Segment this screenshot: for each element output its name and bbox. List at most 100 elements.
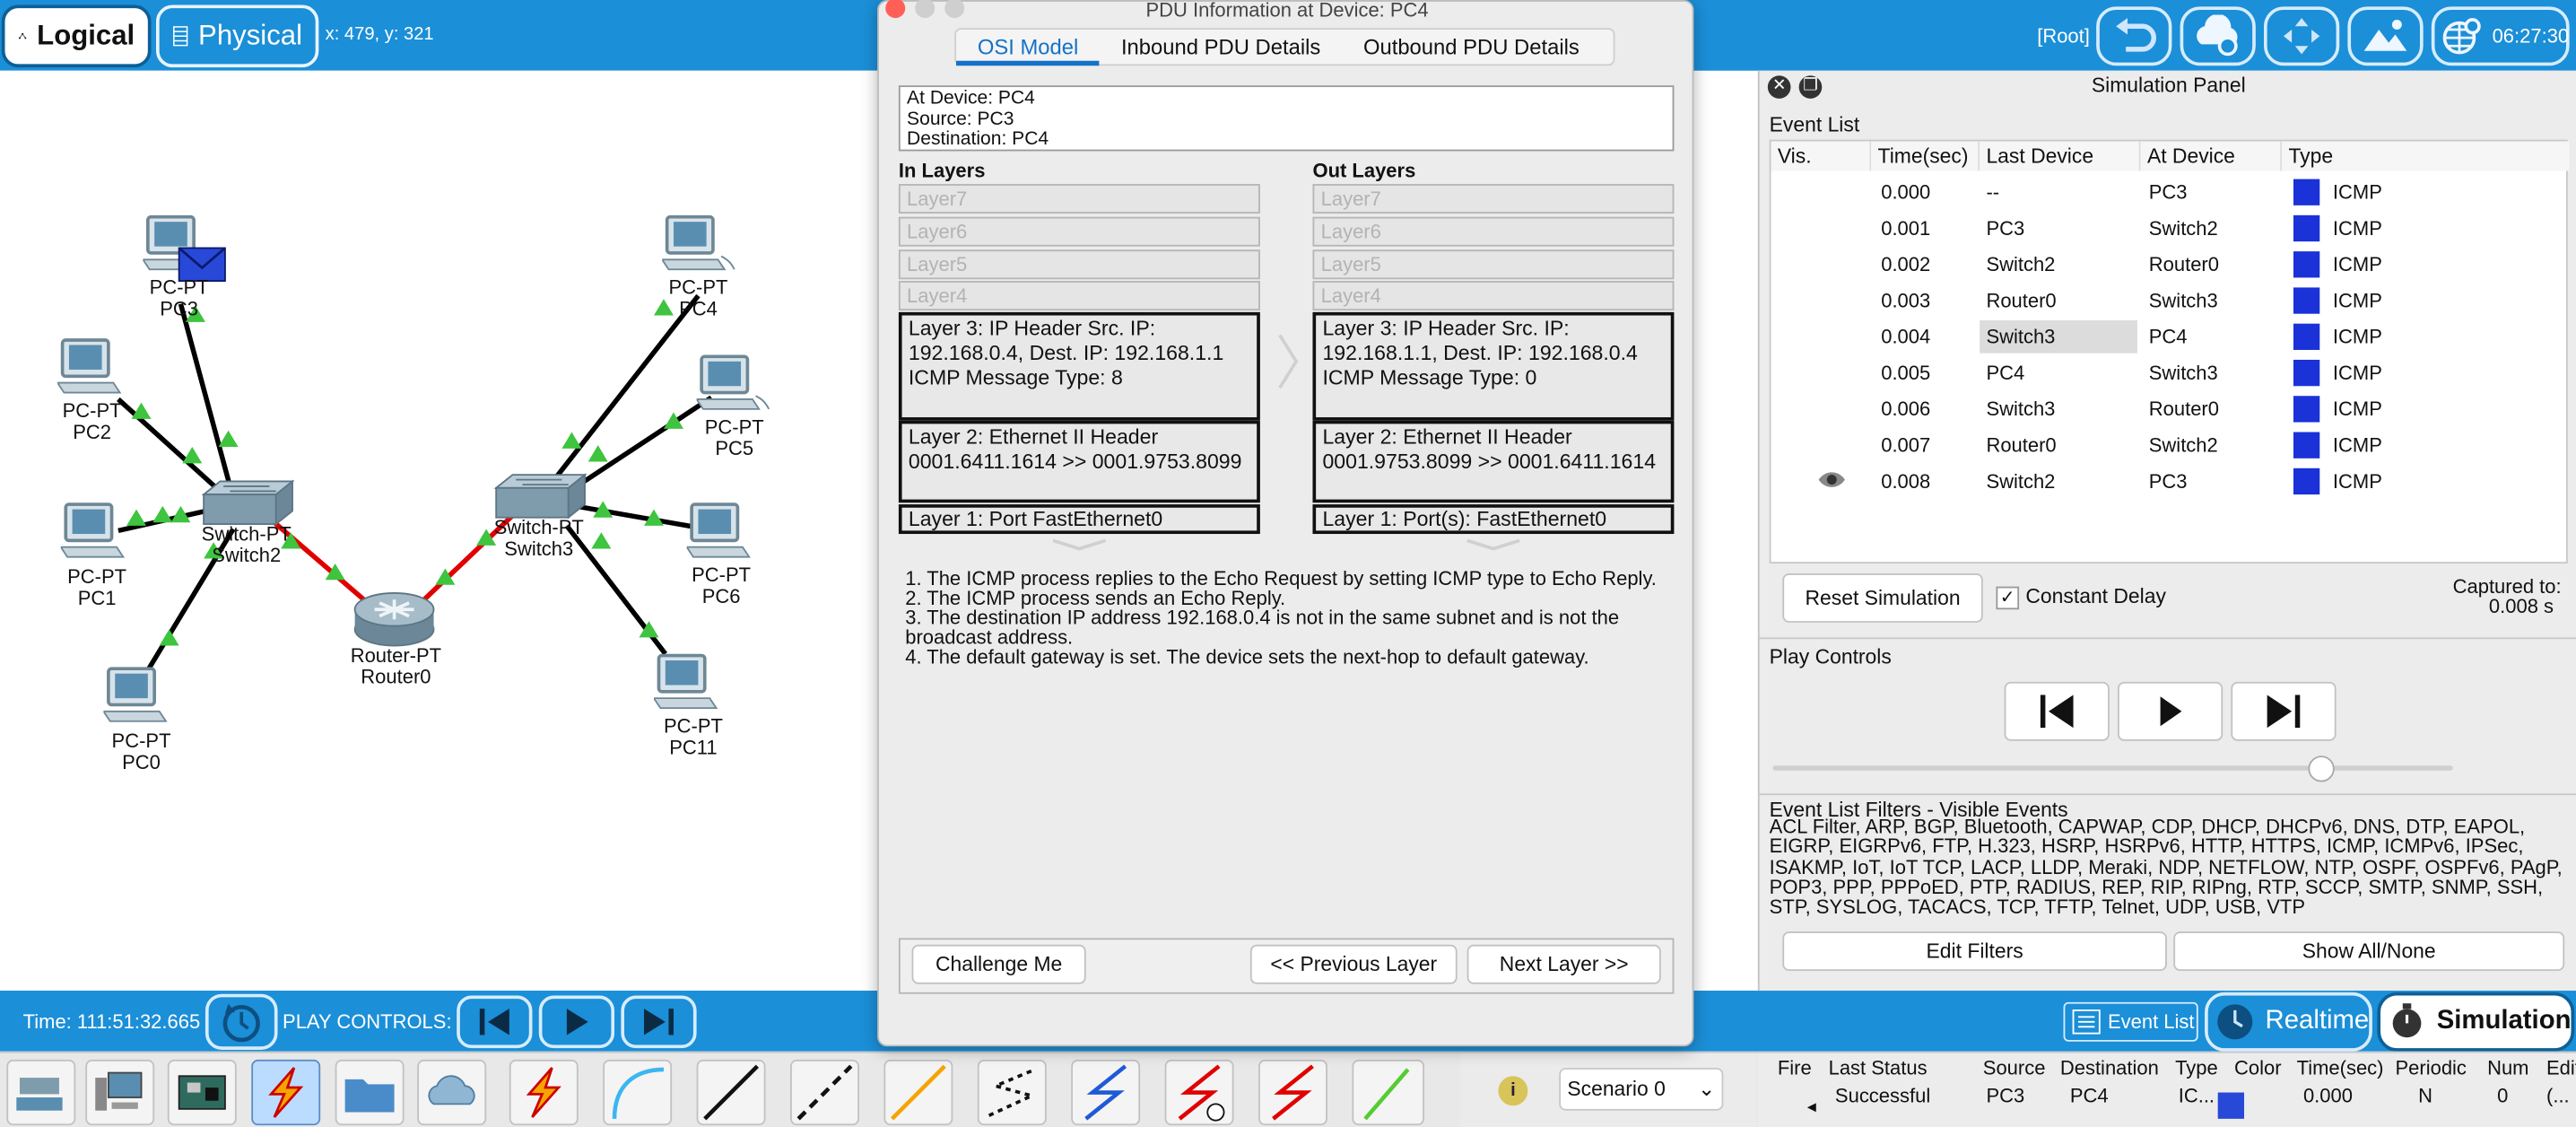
in-layer-4[interactable]: Layer4 [898, 281, 1260, 311]
out-layer-1[interactable]: Layer 1: Port(s): FastEthernet0 [1312, 504, 1675, 535]
coaxial-cable[interactable] [1071, 1059, 1141, 1126]
col-last-device[interactable]: Last Device [1980, 141, 2141, 171]
fiber-cable[interactable] [883, 1059, 953, 1126]
tab-osi-model[interactable]: OSI Model [956, 29, 1101, 66]
col-last-status: Last Status [1828, 1056, 1928, 1079]
event-time: 0.008 [1881, 469, 1931, 494]
bottom-forward-button[interactable] [621, 995, 697, 1049]
col-type: Type [2175, 1056, 2218, 1079]
down-arrow-icon [1464, 537, 1523, 551]
constant-delay-checkbox[interactable]: ✓ [1996, 586, 2020, 610]
multiuser-category[interactable] [417, 1059, 487, 1126]
col-type[interactable]: Type [2282, 141, 2570, 171]
pc1-icon[interactable] [60, 501, 126, 564]
col-at-device[interactable]: At Device [2140, 141, 2283, 171]
simulation-mode-button[interactable]: Simulation [2377, 992, 2575, 1052]
event-type: ICMP [2332, 325, 2382, 349]
pdu-time: 0.000 [2302, 1084, 2353, 1108]
pdu-edit[interactable]: (... [2546, 1084, 2576, 1107]
components-category[interactable] [167, 1059, 237, 1126]
logical-workspace[interactable]: PC-PT PC3 PC-PT PC2 PC-PT PC1 PC-PT PC0 Swit… [0, 70, 878, 992]
show-all-none-button[interactable]: Show All/None [2173, 931, 2565, 972]
speed-slider-track[interactable] [1772, 765, 2453, 771]
phone-cable[interactable] [977, 1059, 1047, 1126]
event-list-toggle[interactable]: Event List [2063, 1001, 2198, 1042]
bottom-play-button[interactable] [538, 995, 615, 1049]
physical-view-button[interactable]: Physical [156, 4, 319, 68]
info-icon[interactable]: i [1498, 1076, 1528, 1106]
out-layer-5[interactable]: Layer5 [1312, 249, 1675, 280]
router-switch-icon [16, 1078, 63, 1111]
dotted-zigzag-icon [988, 1068, 1037, 1117]
eye-icon[interactable] [1817, 470, 1847, 490]
speed-slider-thumb[interactable] [2308, 756, 2335, 782]
out-layer-7[interactable]: Layer7 [1312, 184, 1675, 214]
back-step-button[interactable] [2004, 681, 2110, 741]
pc2-label: PC-PT PC2 [62, 398, 122, 444]
play-icon [566, 1009, 588, 1035]
power-cycle-button[interactable] [205, 993, 278, 1050]
tab-outbound-pdu[interactable]: Outbound PDU Details [1342, 29, 1601, 65]
challenge-me-button[interactable]: Challenge Me [911, 944, 1086, 984]
octal-cable[interactable] [1352, 1059, 1425, 1126]
in-layer-3[interactable]: Layer 3: IP Header Src. IP: 192.168.0.4,… [898, 311, 1260, 421]
event-list-table[interactable]: Vis. Time(sec) Last Device At Device Typ… [1769, 139, 2570, 564]
mountain-image-icon [2363, 19, 2407, 51]
in-layer-7[interactable]: Layer7 [898, 184, 1260, 214]
event-type: ICMP [2332, 398, 2382, 421]
in-layer-5[interactable]: Layer5 [898, 249, 1260, 280]
serial-dte-cable[interactable] [1258, 1059, 1327, 1126]
reset-simulation-button[interactable]: Reset Simulation [1782, 572, 1983, 623]
event-color-swatch [2293, 323, 2320, 350]
stopwatch-icon [2392, 1003, 2422, 1038]
next-layer-button[interactable]: Next Layer >> [1466, 944, 1661, 984]
pc5-icon[interactable] [696, 354, 772, 416]
tab-inbound-pdu[interactable]: Inbound PDU Details [1100, 29, 1342, 65]
out-layer-2[interactable]: Layer 2: Ethernet II Header 0001.9753.80… [1312, 420, 1675, 503]
miscellaneous-category[interactable] [335, 1059, 405, 1126]
event-last-device-selected[interactable]: Switch3 [1980, 320, 2137, 354]
forward-step-button[interactable] [2231, 681, 2337, 741]
end-devices-category[interactable] [85, 1059, 155, 1126]
in-layer-6[interactable]: Layer6 [898, 216, 1260, 247]
background-image-button[interactable] [2347, 6, 2424, 66]
play-button[interactable] [2117, 681, 2224, 741]
col-time[interactable]: Time(sec) [1871, 141, 1980, 171]
out-layer-3[interactable]: Layer 3: IP Header Src. IP: 192.168.1.1,… [1312, 311, 1675, 421]
cluster-button[interactable] [2180, 6, 2256, 66]
pdu-destination: PC4 [2069, 1084, 2109, 1108]
col-vis[interactable]: Vis. [1771, 141, 1872, 171]
pc2-icon[interactable] [57, 336, 123, 399]
scenario-select[interactable]: Scenario 0 ⌄ [1559, 1068, 1724, 1111]
lightning-bolt-icon [268, 1067, 304, 1118]
bottom-back-button[interactable] [457, 995, 533, 1049]
edit-filters-button[interactable]: Edit Filters [1782, 931, 2167, 972]
in-layer-2[interactable]: Layer 2: Ethernet II Header 0001.6411.16… [898, 420, 1260, 503]
red-zigzag-icon [1272, 1064, 1314, 1121]
copper-cross-over-cable[interactable] [790, 1059, 859, 1126]
logical-label: Logical [37, 19, 135, 51]
out-layer-6[interactable]: Layer6 [1312, 216, 1675, 247]
event-last-device: Switch2 [1986, 469, 2056, 494]
back-button[interactable] [2096, 6, 2172, 66]
connections-category[interactable] [251, 1059, 321, 1126]
pc11-icon[interactable] [653, 652, 729, 715]
router0-icon[interactable] [352, 590, 437, 649]
logical-view-button[interactable]: Logical [1, 4, 152, 68]
network-devices-category[interactable] [6, 1059, 76, 1126]
navigation-button[interactable] [2263, 6, 2340, 66]
pc6-icon[interactable] [686, 501, 762, 564]
in-layer-1[interactable]: Layer 1: Port FastEthernet0 [898, 504, 1260, 535]
out-layer-4[interactable]: Layer4 [1312, 281, 1675, 311]
event-color-swatch [2293, 396, 2320, 423]
pdu-window-title: PDU Information at Device: PC4 [1145, 0, 1429, 22]
pc4-icon[interactable] [662, 214, 737, 276]
realtime-mode-button[interactable]: Realtime [2205, 992, 2372, 1052]
fire-marker-icon[interactable]: ◂ [1807, 1096, 1816, 1117]
copper-straight-through-cable[interactable] [696, 1059, 766, 1126]
console-cable[interactable] [603, 1059, 673, 1126]
auto-connection-type[interactable] [509, 1059, 579, 1126]
pc0-icon[interactable] [103, 666, 169, 729]
previous-layer-button[interactable]: << Previous Layer [1249, 944, 1458, 984]
serial-dce-cable[interactable] [1164, 1059, 1234, 1126]
